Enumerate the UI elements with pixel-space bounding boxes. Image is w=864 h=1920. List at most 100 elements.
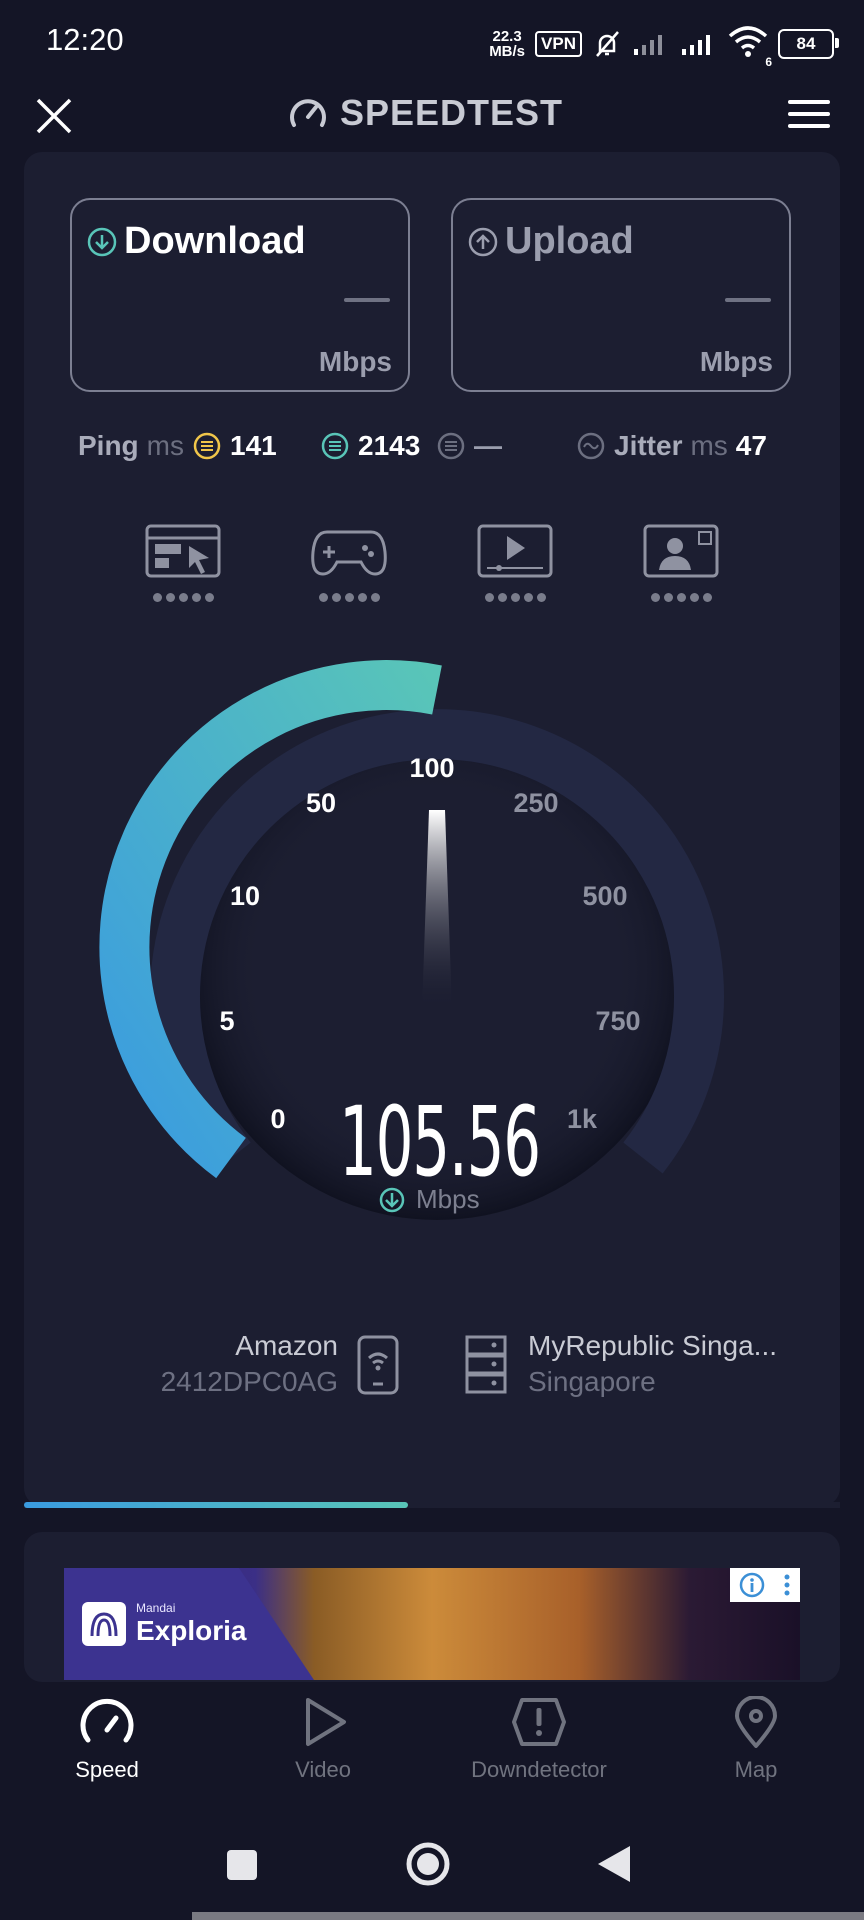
ping-unit: ms bbox=[146, 430, 184, 461]
current-speed-value: 105.56 bbox=[339, 1086, 541, 1198]
wifi-badge: 6 bbox=[765, 54, 772, 69]
ad-info-icon[interactable] bbox=[738, 1571, 766, 1599]
video-call-icon bbox=[643, 524, 719, 578]
close-icon[interactable] bbox=[34, 96, 74, 136]
status-time: 12:20 bbox=[46, 22, 124, 57]
upload-latency-icon bbox=[437, 432, 465, 460]
upload-title: Upload bbox=[467, 220, 634, 263]
download-unit: Mbps bbox=[318, 346, 392, 377]
signal-strength-icon bbox=[634, 35, 662, 55]
nav-speed[interactable]: Speed bbox=[7, 1696, 207, 1783]
nav-map[interactable]: Map bbox=[656, 1695, 856, 1783]
ad-info-controls[interactable] bbox=[730, 1568, 800, 1602]
upload-value-placeholder bbox=[725, 298, 771, 302]
latency-stats: Ping ms 141 2143 — Jitter ms 47 bbox=[78, 430, 798, 470]
server-icon bbox=[465, 1335, 507, 1394]
provider-name: Amazon bbox=[235, 1330, 338, 1361]
alert-icon bbox=[512, 1698, 566, 1746]
jitter-icon bbox=[577, 432, 605, 460]
ping-label: Ping bbox=[78, 430, 139, 461]
browsing-quality[interactable] bbox=[143, 522, 223, 604]
download-title: Download bbox=[86, 220, 306, 263]
browsing-icon bbox=[145, 524, 221, 578]
ad-banner[interactable]: Mandai Exploria bbox=[64, 1568, 800, 1680]
browsing-rating-dots bbox=[143, 593, 223, 602]
download-direction-icon bbox=[379, 1187, 405, 1212]
bottom-navigation: Speed Video Downdetector Map bbox=[0, 1682, 864, 1814]
jitter: Jitter ms 47 bbox=[576, 430, 767, 462]
network-speed-unit: MB/s bbox=[489, 43, 526, 60]
upload-box: Upload Mbps bbox=[451, 198, 791, 392]
gaming-icon bbox=[311, 530, 387, 576]
ad-more-options-icon[interactable] bbox=[782, 1571, 792, 1599]
signal-strength-icon-2 bbox=[682, 35, 710, 55]
muted-bell-icon bbox=[596, 31, 619, 57]
gaming-rating-dots bbox=[309, 593, 389, 602]
gauge-label-100: 100 bbox=[409, 753, 454, 783]
battery-indicator: 84 bbox=[778, 29, 839, 59]
current-speed-unit: Mbps bbox=[378, 1184, 480, 1215]
streaming-quality[interactable] bbox=[475, 522, 555, 604]
phone-wifi-icon bbox=[357, 1335, 399, 1395]
app-title-text: SPEEDTEST bbox=[340, 92, 564, 133]
gauge-label-5: 5 bbox=[219, 1006, 234, 1036]
wifi-status: 6 bbox=[728, 25, 772, 69]
video-call-rating-dots bbox=[641, 593, 721, 602]
ping-upload-value: — bbox=[474, 430, 502, 461]
video-streaming-icon bbox=[477, 524, 553, 578]
idle-latency-icon bbox=[193, 432, 221, 460]
gauge-label-500: 500 bbox=[582, 881, 627, 911]
gauge-label-750: 750 bbox=[595, 1006, 640, 1036]
gauge-label-10: 10 bbox=[230, 881, 260, 911]
ping-idle: Ping ms 141 bbox=[78, 430, 277, 462]
nav-speed-label: Speed bbox=[75, 1757, 139, 1782]
device-name: 2412DPC0AG bbox=[160, 1366, 338, 1397]
wifi-icon bbox=[728, 25, 768, 57]
streaming-rating-dots bbox=[475, 593, 555, 602]
server-location: Singapore bbox=[528, 1366, 656, 1397]
video-call-quality[interactable] bbox=[641, 522, 721, 604]
ping-idle-value: 141 bbox=[230, 430, 277, 461]
upload-unit: Mbps bbox=[699, 346, 773, 377]
server-info[interactable]: MyRepublic Singa... Singapore bbox=[528, 1330, 828, 1398]
speedometer-logo-icon bbox=[290, 99, 326, 127]
jitter-label: Jitter bbox=[614, 430, 683, 461]
ping-upload: — bbox=[436, 430, 502, 462]
download-label: Download bbox=[124, 220, 306, 262]
speedometer-icon bbox=[80, 1698, 134, 1743]
nav-downdetector-label: Downdetector bbox=[471, 1757, 607, 1782]
ping-download: 2143 bbox=[320, 430, 420, 462]
download-value-placeholder bbox=[344, 298, 390, 302]
play-icon bbox=[306, 1698, 346, 1746]
ad-brand-small: Mandai bbox=[136, 1601, 176, 1615]
nav-video[interactable]: Video bbox=[223, 1696, 423, 1783]
test-progress-bar bbox=[24, 1502, 840, 1508]
gauge-label-50: 50 bbox=[306, 788, 336, 818]
gauge-label-1k: 1k bbox=[567, 1104, 598, 1134]
ping-download-value: 2143 bbox=[358, 430, 421, 461]
system-navigation-bar bbox=[0, 1814, 864, 1920]
vpn-badge: VPN bbox=[535, 31, 582, 57]
hamburger-menu-icon[interactable] bbox=[788, 98, 830, 130]
server-name: MyRepublic Singa... bbox=[528, 1330, 778, 1361]
network-speed-value: 22.3 bbox=[492, 28, 522, 45]
status-icons: 22.3 MB/s VPN 6 84 bbox=[489, 24, 839, 69]
download-box: Download Mbps bbox=[70, 198, 410, 392]
upload-label: Upload bbox=[505, 220, 634, 262]
download-arrow-icon bbox=[87, 227, 117, 256]
speed-unit-label: Mbps bbox=[416, 1184, 480, 1214]
gaming-quality[interactable] bbox=[309, 522, 389, 604]
test-progress-fill bbox=[24, 1502, 408, 1508]
back-triangle-icon[interactable] bbox=[596, 1844, 632, 1884]
ad-brand: Exploria bbox=[136, 1615, 247, 1646]
nav-downdetector[interactable]: Downdetector bbox=[439, 1696, 639, 1783]
fingerprint-logo-icon bbox=[82, 1602, 126, 1646]
jitter-unit: ms bbox=[690, 430, 728, 461]
download-latency-icon bbox=[321, 432, 349, 460]
gauge-label-250: 250 bbox=[513, 788, 558, 818]
app-title: SPEEDTEST bbox=[288, 92, 563, 134]
home-circle-icon[interactable] bbox=[404, 1840, 452, 1888]
provider-info[interactable]: Amazon 2412DPC0AG bbox=[120, 1330, 338, 1398]
nav-map-label: Map bbox=[734, 1757, 778, 1782]
recents-square-icon[interactable] bbox=[225, 1848, 259, 1882]
